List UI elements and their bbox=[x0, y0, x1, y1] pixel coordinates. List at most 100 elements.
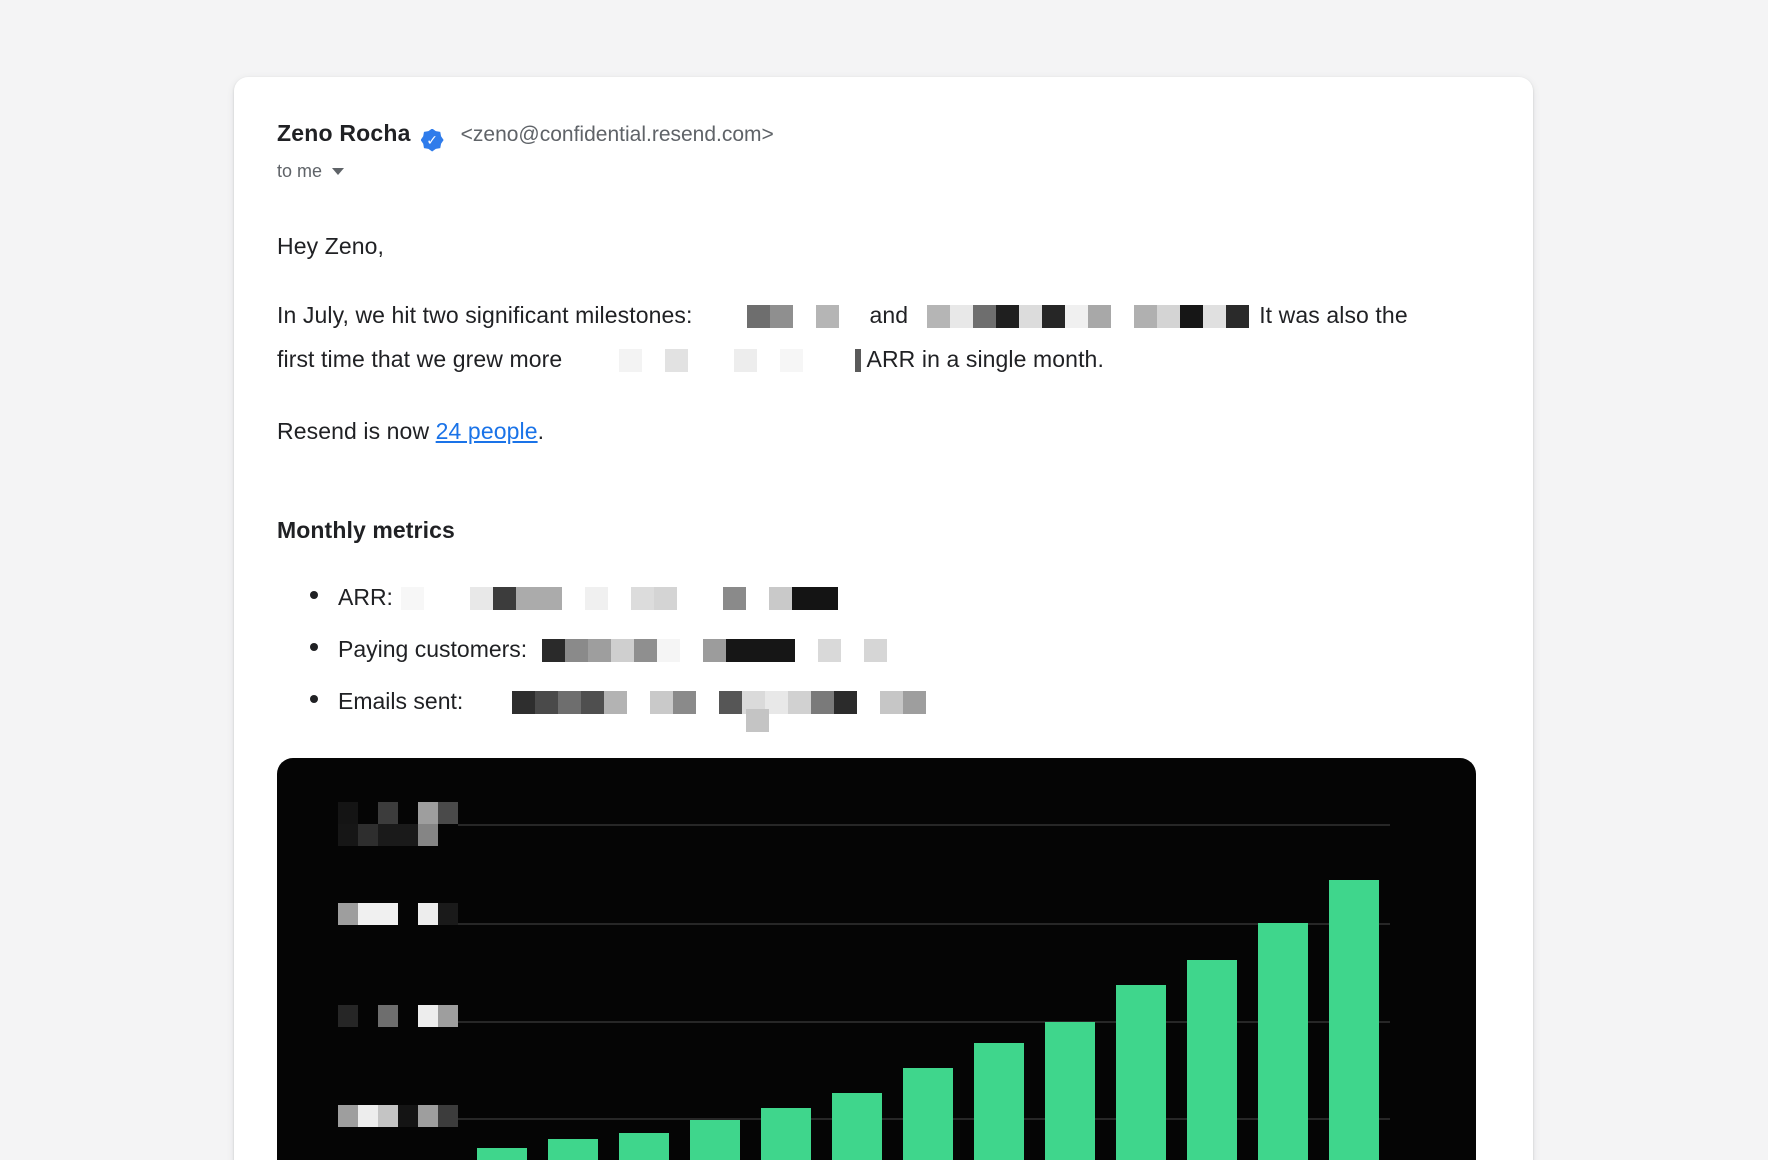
bullet-emails-label: Emails sent: bbox=[338, 688, 463, 714]
redaction-pixel bbox=[772, 639, 795, 662]
redaction-pixel bbox=[438, 802, 458, 824]
redaction-pixel bbox=[650, 691, 673, 714]
redaction-pixel bbox=[1088, 305, 1111, 328]
redaction-pixel bbox=[398, 1005, 418, 1027]
email-card: Zeno Rocha✓<zeno@confidential.resend.com… bbox=[234, 77, 1533, 1160]
redaction-pixel bbox=[642, 349, 665, 372]
redaction-pixel bbox=[611, 639, 634, 662]
redaction-pixel bbox=[700, 587, 723, 610]
paragraph-line-1: In July, we hit two significant mileston… bbox=[277, 298, 1408, 332]
redacted-growth-amount bbox=[619, 349, 849, 372]
redaction-pixel bbox=[792, 587, 815, 610]
team-text-before: Resend is now bbox=[277, 418, 436, 444]
redaction-pixel bbox=[398, 1105, 418, 1127]
redaction-pixel bbox=[338, 903, 358, 925]
redacted-arr-value bbox=[401, 587, 838, 610]
bullet-paying-customers: Paying customers: bbox=[310, 634, 887, 664]
redaction-pixel bbox=[358, 824, 378, 846]
redaction-pixel bbox=[398, 802, 418, 824]
redaction-pixel bbox=[358, 802, 378, 824]
para1-and: and bbox=[870, 302, 909, 328]
redaction-pixel bbox=[1042, 305, 1065, 328]
redaction-pixel bbox=[688, 349, 711, 372]
redaction-pixel bbox=[816, 305, 839, 328]
redaction-pixel bbox=[1203, 305, 1226, 328]
bar bbox=[548, 1139, 598, 1160]
redaction-pixel bbox=[581, 691, 604, 714]
people-count-link[interactable]: 24 people bbox=[436, 418, 538, 444]
redaction-pixel bbox=[950, 305, 973, 328]
verified-badge-icon: ✓ bbox=[421, 129, 444, 152]
redaction-pixel bbox=[1111, 305, 1134, 328]
redaction-pixel bbox=[378, 1005, 398, 1027]
redacted-ytick-1a bbox=[338, 802, 458, 824]
redaction-pixel bbox=[338, 1005, 358, 1027]
redaction-pixel bbox=[558, 691, 581, 714]
chevron-down-icon bbox=[332, 168, 344, 175]
redaction-pixel bbox=[746, 709, 769, 732]
para2-text-after: ARR in a single month. bbox=[867, 346, 1104, 372]
redacted-milestone-1 bbox=[747, 305, 839, 328]
gridline bbox=[458, 923, 1390, 925]
redacted-ytick-2 bbox=[338, 903, 458, 925]
redaction-pixel bbox=[418, 1005, 438, 1027]
bullet-dot bbox=[310, 695, 318, 703]
redaction-pixel bbox=[418, 824, 438, 846]
bar bbox=[761, 1108, 811, 1160]
redaction-pixel bbox=[338, 824, 358, 846]
redaction-pixel bbox=[338, 1105, 358, 1127]
recipient-dropdown[interactable]: to me bbox=[277, 159, 344, 183]
redaction-pixel bbox=[1134, 305, 1157, 328]
redacted-customers-value bbox=[542, 639, 887, 662]
bar bbox=[903, 1068, 953, 1160]
redaction-pixel bbox=[535, 691, 558, 714]
redaction-pixel bbox=[723, 587, 746, 610]
bullet-arr: ARR: bbox=[310, 582, 838, 612]
redaction-pixel bbox=[565, 639, 588, 662]
redacted-milestone-2 bbox=[927, 305, 1249, 328]
redaction-pixel bbox=[1157, 305, 1180, 328]
sender-name: Zeno Rocha bbox=[277, 120, 411, 146]
metrics-chart bbox=[277, 758, 1476, 1160]
greeting-line: Hey Zeno, bbox=[277, 229, 384, 263]
bullet-dot bbox=[310, 591, 318, 599]
sender-row: Zeno Rocha✓<zeno@confidential.resend.com… bbox=[277, 117, 774, 149]
redaction-pixel bbox=[358, 903, 378, 925]
redaction-pixel bbox=[769, 587, 792, 610]
redaction-pixel bbox=[803, 349, 826, 372]
redaction-pixel bbox=[631, 587, 654, 610]
redaction-pixel bbox=[358, 1005, 378, 1027]
metrics-heading: Monthly metrics bbox=[277, 513, 455, 547]
gridline bbox=[458, 824, 1390, 826]
redaction-pixel bbox=[757, 349, 780, 372]
redaction-pixel bbox=[927, 305, 950, 328]
redaction-pixel bbox=[539, 587, 562, 610]
redaction-pixel bbox=[398, 824, 418, 846]
redaction-pixel bbox=[665, 349, 688, 372]
redaction-pixel bbox=[516, 587, 539, 610]
bar bbox=[1187, 960, 1237, 1160]
redaction-pixel bbox=[378, 1105, 398, 1127]
redaction-pixel bbox=[680, 639, 703, 662]
redaction-pixel bbox=[619, 349, 642, 372]
redaction-pixel bbox=[726, 639, 749, 662]
redaction-pixel bbox=[857, 691, 880, 714]
redaction-pixel bbox=[780, 349, 803, 372]
redaction-pixel bbox=[811, 691, 834, 714]
bar bbox=[619, 1133, 669, 1160]
redaction-pixel bbox=[795, 639, 818, 662]
redaction-pixel bbox=[585, 587, 608, 610]
redaction-pixel bbox=[378, 824, 398, 846]
redaction-pixel bbox=[788, 691, 811, 714]
bar bbox=[832, 1093, 882, 1160]
redaction-pixel bbox=[418, 802, 438, 824]
redaction-pixel bbox=[378, 802, 398, 824]
redaction-pixel bbox=[1065, 305, 1088, 328]
redaction-sliver bbox=[855, 349, 861, 372]
redaction-pixel bbox=[470, 587, 493, 610]
redaction-pixel bbox=[711, 349, 734, 372]
redacted-emails-value bbox=[512, 691, 926, 714]
redaction-pixel bbox=[996, 305, 1019, 328]
redaction-pixel bbox=[493, 587, 516, 610]
bullet-emails-sent: Emails sent: bbox=[310, 686, 926, 716]
